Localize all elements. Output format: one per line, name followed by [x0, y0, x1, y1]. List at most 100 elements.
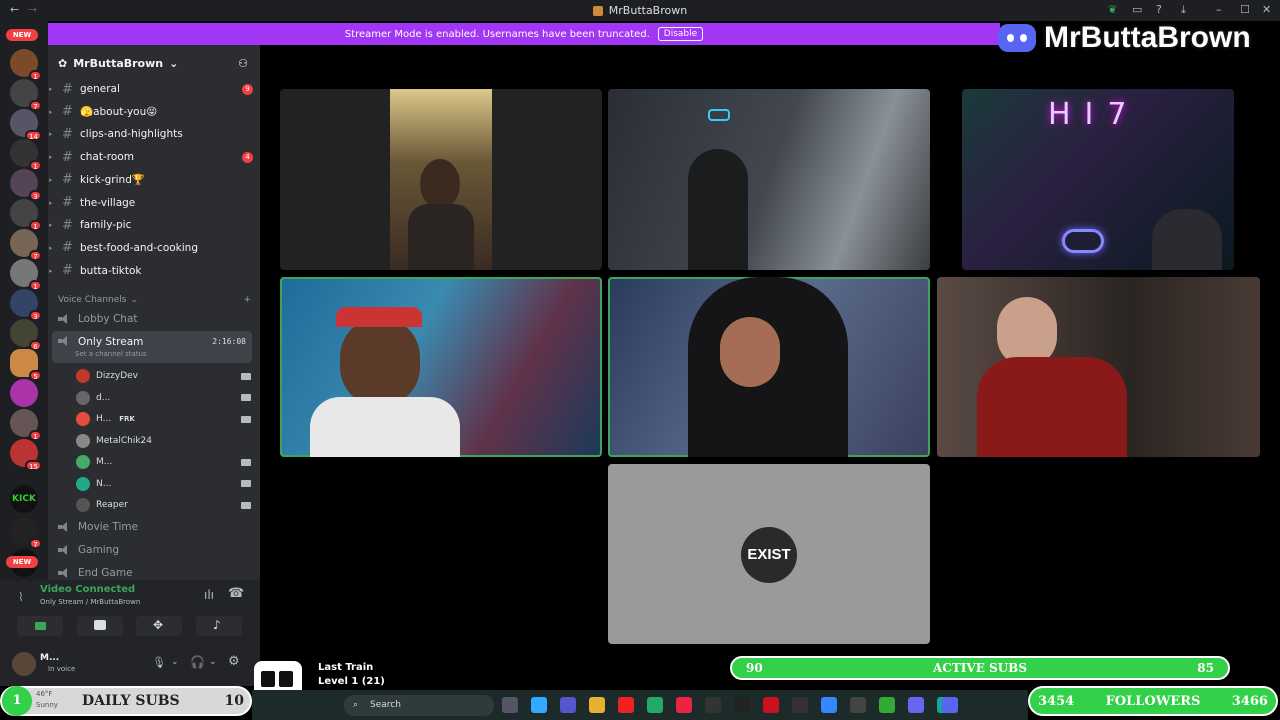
headphones-icon[interactable]: 🎧	[190, 655, 205, 669]
chevron-down-icon[interactable]: ⌄	[209, 657, 217, 667]
app-icon[interactable]	[850, 697, 866, 713]
video-tile[interactable]: HI7	[962, 89, 1234, 270]
voice-member[interactable]: Reaper	[76, 496, 251, 514]
kick-server-icon[interactable]: KICK	[10, 485, 38, 513]
file-explorer-icon[interactable]	[589, 697, 605, 713]
teams-icon[interactable]	[560, 697, 576, 713]
server-header[interactable]: ✿ MrButtaBrown ⌄ ⚇	[48, 45, 260, 81]
forward-icon[interactable]: →	[28, 3, 37, 16]
copilot-icon[interactable]	[531, 697, 547, 713]
text-channel[interactable]: ▸ # general 9	[49, 79, 253, 99]
video-tile-avatar[interactable]: EXIST	[608, 464, 930, 644]
inbox-icon[interactable]: ▭	[1132, 3, 1142, 16]
text-channel[interactable]: ▸ # kick-grind🏆	[49, 170, 253, 190]
server-icon[interactable]: 1	[10, 409, 42, 441]
voice-status[interactable]: Video Connected	[40, 584, 135, 595]
capcut-icon[interactable]	[792, 697, 808, 713]
voice-member[interactable]: M...	[76, 453, 251, 471]
text-channel[interactable]: ▸ # clips-and-highlights	[49, 124, 253, 144]
xbox-icon[interactable]	[647, 697, 663, 713]
video-tile-speaking[interactable]	[608, 277, 930, 457]
maximize-icon[interactable]: ☐	[1240, 3, 1250, 16]
noise-icon[interactable]: ılı	[204, 588, 214, 602]
text-channel[interactable]: ▸ # butta-tiktok	[49, 261, 253, 281]
search-box[interactable]: ⌕ Search	[344, 695, 494, 716]
camera-icon	[241, 458, 251, 466]
user-avatar[interactable]	[12, 652, 36, 676]
server-icon[interactable]: 7	[10, 517, 42, 549]
youtube-icon[interactable]	[618, 697, 634, 713]
disconnect-icon[interactable]: ☎	[228, 586, 244, 601]
text-channel[interactable]: ▸ # the-village	[49, 193, 253, 213]
discord-taskbar-icon[interactable]	[942, 697, 958, 713]
download-icon[interactable]: ⤓	[1181, 3, 1186, 17]
server-icon[interactable]: 1	[10, 199, 42, 231]
server-icon-active[interactable]: 5	[10, 349, 42, 381]
server-icon[interactable]: 7	[10, 229, 42, 261]
app-icon[interactable]	[705, 697, 721, 713]
server-icon[interactable]: 3	[10, 169, 42, 201]
voice-sub[interactable]: Only Stream / MrButtaBrown	[40, 598, 140, 606]
voice-member[interactable]: N...	[76, 475, 251, 493]
disable-button[interactable]: Disable	[657, 27, 704, 41]
app-icon[interactable]	[908, 697, 924, 713]
help-icon[interactable]: ?	[1156, 3, 1162, 16]
soundboard-button[interactable]: ♪	[196, 616, 242, 636]
server-icon[interactable]: 14	[10, 109, 42, 141]
video-tile-speaking[interactable]	[280, 277, 602, 457]
gear-icon[interactable]: ⚙	[228, 654, 240, 669]
app-icon[interactable]	[821, 697, 837, 713]
voice-member[interactable]: DizzyDev	[76, 367, 251, 385]
task-view-icon[interactable]	[502, 697, 518, 713]
channel-name: kick-grind🏆	[80, 174, 145, 187]
camera-button[interactable]	[17, 616, 63, 636]
activities-button[interactable]: ✥	[136, 616, 182, 636]
server-icon[interactable]: 1	[10, 139, 42, 171]
server-icon[interactable]: 1	[10, 49, 42, 81]
server-icon[interactable]: 1	[10, 259, 42, 291]
voice-channel[interactable]: End Game	[58, 567, 253, 579]
text-channel[interactable]: ▸ # family-pic	[49, 215, 253, 235]
add-channel-icon[interactable]: +	[243, 295, 251, 305]
app-icon[interactable]	[763, 697, 779, 713]
minimize-icon[interactable]: –	[1216, 3, 1222, 16]
back-icon[interactable]: ←	[10, 3, 19, 16]
server-icon[interactable]: 15	[10, 439, 42, 471]
close-icon[interactable]: ✕	[1262, 3, 1271, 16]
leaf-icon[interactable]: ❦	[1108, 3, 1117, 16]
video-tile[interactable]	[937, 277, 1260, 457]
channel-name: chat-room	[80, 151, 134, 164]
participant-video	[688, 149, 748, 270]
text-channel[interactable]: ▸ # 🫣about-you😝	[49, 102, 253, 122]
followers-label: FOLLOWERS	[1105, 693, 1201, 709]
chevron-down-icon[interactable]: ⌄	[171, 657, 179, 667]
video-tile[interactable]	[280, 89, 602, 270]
server-icon[interactable]: 3	[10, 289, 42, 321]
voice-channel[interactable]: Gaming	[58, 544, 253, 556]
voice-member[interactable]: H... FRK	[76, 410, 251, 428]
video-tile[interactable]	[608, 89, 930, 270]
server-icon[interactable]	[10, 379, 38, 407]
voice-channel-lobby[interactable]: Lobby Chat	[58, 313, 253, 325]
screen-share-button[interactable]	[77, 616, 123, 636]
voice-member[interactable]: d...	[76, 389, 251, 407]
channel-name: butta-tiktok	[80, 264, 142, 277]
nvidia-icon[interactable]	[879, 697, 895, 713]
app-icon[interactable]	[734, 697, 750, 713]
streamer-mode-banner: Streamer Mode is enabled. Usernames have…	[48, 23, 1000, 45]
server-icon[interactable]: 6	[10, 319, 42, 351]
text-channel[interactable]: ▸ # best-food-and-cooking	[49, 238, 253, 258]
voice-member[interactable]: MetalChik24	[76, 432, 251, 450]
voice-channel[interactable]: Movie Time	[58, 521, 253, 533]
voice-channel-active[interactable]: Only Stream 2:16:08 Set a channel status	[52, 331, 252, 363]
server-settings-icon: ✿	[58, 56, 68, 70]
user-status: In voice	[48, 665, 76, 673]
voice-channels-header[interactable]: Voice Channels ⌄ +	[58, 295, 253, 305]
server-icon[interactable]: 7	[10, 79, 42, 111]
channel-status[interactable]: Set a channel status	[75, 350, 147, 358]
tiktok-icon[interactable]	[676, 697, 692, 713]
user-name[interactable]: M...	[40, 653, 59, 663]
add-member-icon[interactable]: ⚇	[238, 57, 248, 70]
text-channel[interactable]: ▸ # chat-room 4	[49, 147, 253, 167]
mic-icon[interactable]: 🎙	[152, 656, 166, 669]
